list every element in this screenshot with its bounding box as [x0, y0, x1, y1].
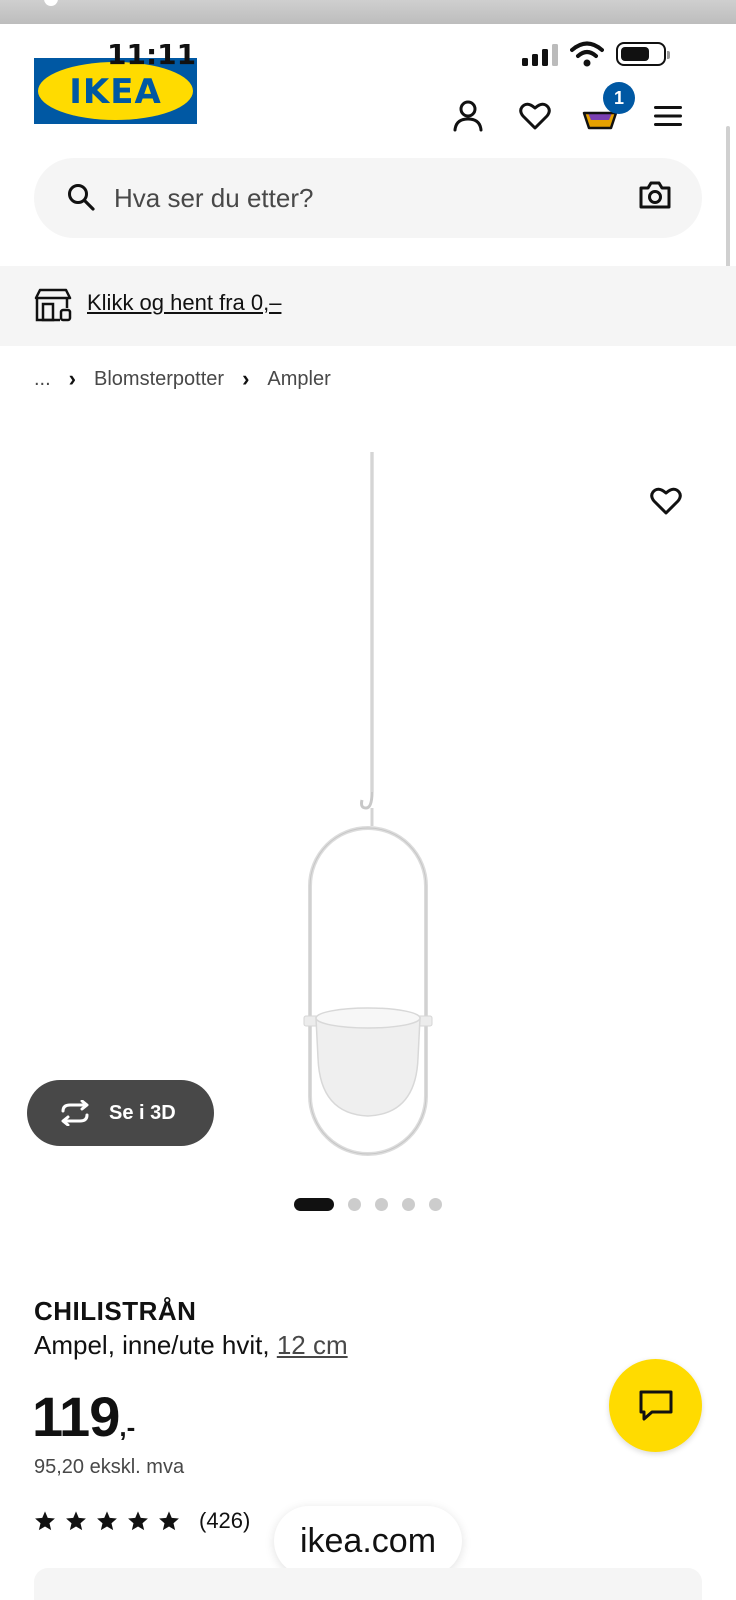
search-icon	[68, 184, 95, 211]
view-in-3d-label: Se i 3D	[109, 1101, 176, 1124]
product-image	[303, 452, 433, 1156]
review-count: (426)	[199, 1508, 251, 1533]
star-icon	[66, 1511, 86, 1531]
gallery-dot-active[interactable]	[294, 1198, 334, 1211]
search-bar[interactable]	[34, 158, 702, 238]
price-suffix: ,-	[119, 1412, 136, 1442]
breadcrumb-ellipsis[interactable]: ...	[34, 368, 51, 391]
star-icon	[97, 1511, 117, 1531]
next-section-card	[34, 1568, 702, 1600]
store-pickup-icon	[34, 288, 72, 322]
gallery-pagination	[294, 1198, 442, 1211]
menu-button[interactable]	[648, 96, 688, 136]
gallery-dot[interactable]	[429, 1198, 442, 1211]
breadcrumb-item-ampler[interactable]: Ampler	[267, 368, 330, 391]
product-rating[interactable]: (426)	[34, 1508, 250, 1534]
product-description-text: Ampel, inne/ute hvit,	[34, 1330, 277, 1360]
signal-icon	[522, 44, 558, 66]
battery-icon	[616, 42, 670, 66]
gallery-dot[interactable]	[348, 1198, 361, 1211]
price-ex-vat: 95,20 ekskl. mva	[34, 1456, 185, 1478]
chevron-right-icon: ›	[68, 366, 76, 391]
product-name: CHILISTRÅN	[34, 1296, 197, 1326]
account-button[interactable]	[448, 96, 488, 136]
favourites-button[interactable]	[515, 96, 555, 136]
star-icon	[128, 1511, 148, 1531]
breadcrumb: ... › Blomsterpotter › Ampler	[34, 366, 331, 392]
site-header: IKEA 11:11 1	[0, 24, 736, 156]
search-input[interactable]	[114, 178, 634, 218]
rotate-3d-icon	[61, 1100, 89, 1126]
view-in-3d-button[interactable]: Se i 3D	[27, 1080, 214, 1146]
browser-top-bar	[0, 0, 736, 24]
cart-count-badge: 1	[603, 82, 635, 114]
product-description: Ampel, inne/ute hvit, 12 cm	[34, 1330, 348, 1361]
chat-icon	[639, 1390, 672, 1420]
click-collect-banner: Klikk og hent fra 0,–	[0, 266, 736, 346]
add-to-favourites-icon[interactable]	[650, 486, 682, 516]
chat-button[interactable]	[609, 1359, 702, 1452]
logo-text: IKEA	[69, 72, 162, 112]
price-amount: 119	[32, 1385, 120, 1448]
star-icon	[35, 1511, 55, 1531]
star-icon	[159, 1511, 179, 1531]
size-link[interactable]: 12 cm	[277, 1330, 348, 1360]
wifi-icon	[570, 41, 604, 67]
breadcrumb-item-blomsterpotter[interactable]: Blomsterpotter	[94, 368, 224, 391]
chevron-right-icon: ›	[242, 366, 250, 391]
indicator-dot	[44, 0, 58, 6]
camera-search-icon[interactable]	[638, 180, 672, 210]
click-collect-link[interactable]: Klikk og hent fra 0,–	[87, 290, 281, 316]
gallery-dot[interactable]	[402, 1198, 415, 1211]
gallery-dot[interactable]	[375, 1198, 388, 1211]
product-price: 119,-	[32, 1384, 135, 1449]
menu-icon	[654, 106, 682, 126]
status-time: 11:11	[107, 38, 197, 71]
user-icon	[453, 100, 483, 132]
browser-url-bar[interactable]: ikea.com	[274, 1506, 462, 1576]
heart-icon	[519, 102, 551, 130]
